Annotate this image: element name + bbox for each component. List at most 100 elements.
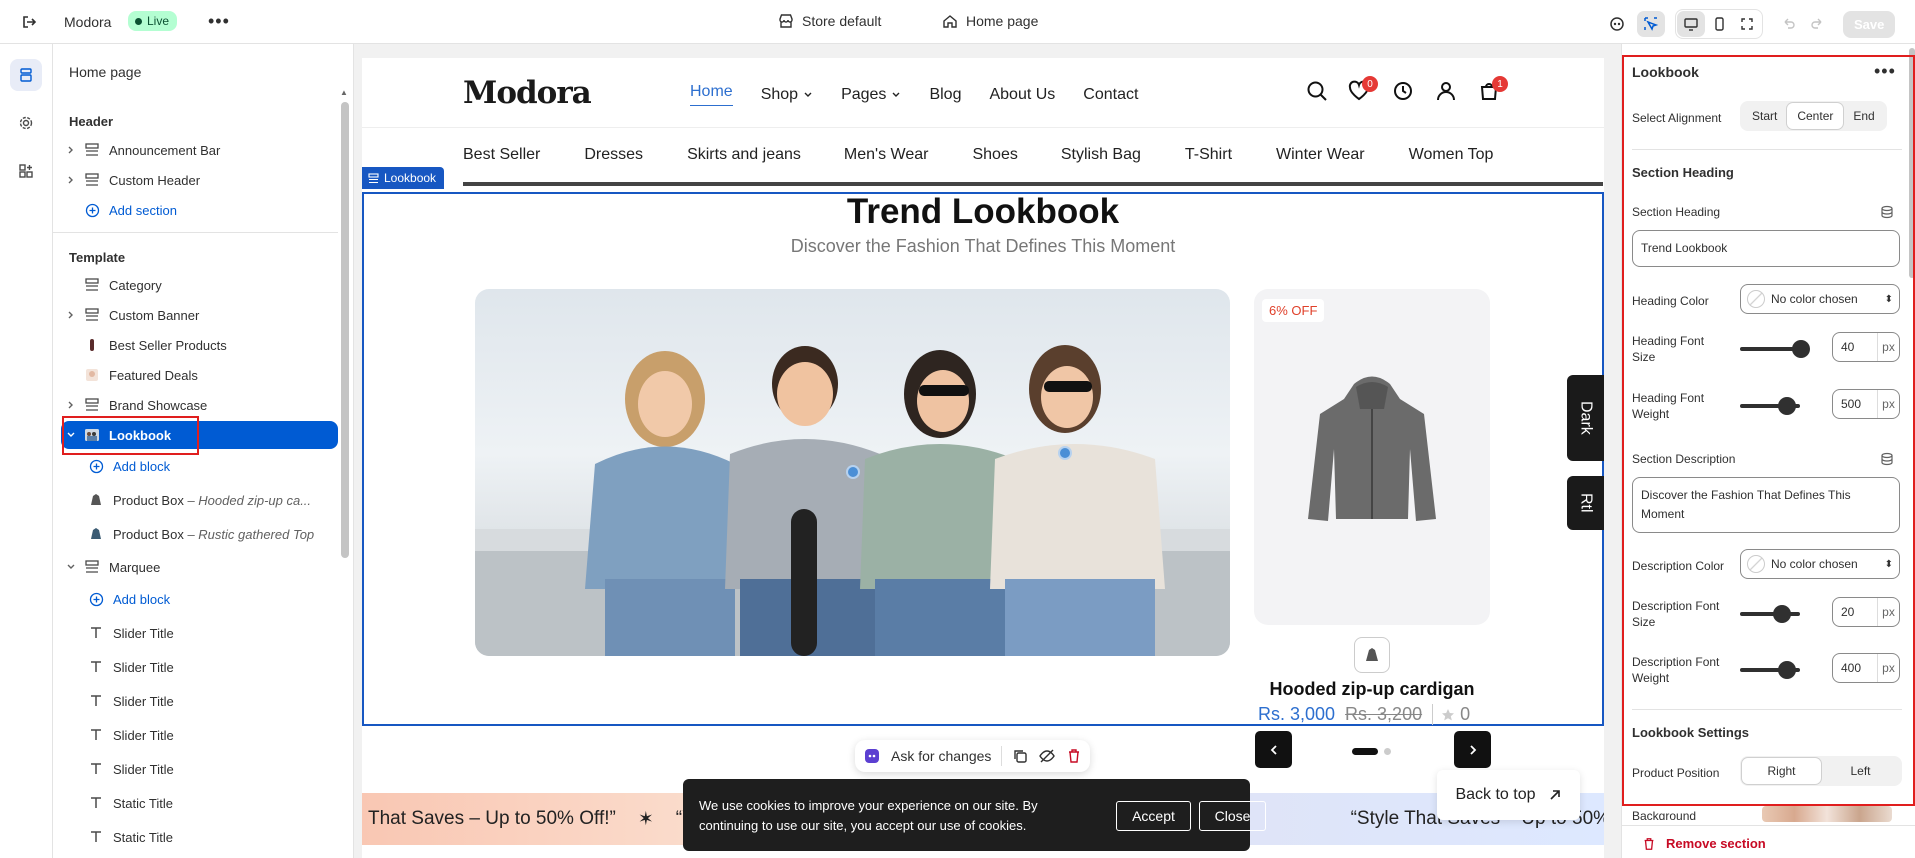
- text-icon: [85, 660, 107, 674]
- category-mens[interactable]: Men's Wear: [844, 146, 929, 164]
- redo-icon[interactable]: [1803, 11, 1831, 37]
- search-icon[interactable]: [1306, 80, 1328, 102]
- inspector-icon[interactable]: [1637, 11, 1665, 37]
- tree-block-product-box-1[interactable]: Product Box – Hooded zip-up ca...: [61, 486, 338, 514]
- nav-shop[interactable]: Shop: [761, 83, 813, 106]
- block-label: Slider Title: [113, 761, 174, 777]
- delete-icon[interactable]: [1066, 748, 1082, 764]
- more-actions-icon[interactable]: •••: [208, 12, 230, 30]
- add-section-label: Add section: [109, 202, 177, 218]
- section-toolbar: Ask for changes: [855, 740, 1091, 772]
- page-selector[interactable]: Home page: [942, 13, 1038, 29]
- nav-pages-label: Pages: [841, 85, 887, 103]
- sidekick-icon[interactable]: [1603, 11, 1631, 37]
- category-dresses[interactable]: Dresses: [584, 146, 643, 164]
- category-bags[interactable]: Stylish Bag: [1061, 146, 1141, 164]
- slider-next-button[interactable]: [1454, 731, 1491, 768]
- cart-icon[interactable]: 1: [1478, 76, 1508, 102]
- product-thumbnail[interactable]: [1354, 637, 1390, 673]
- slider-dot-active[interactable]: [1352, 748, 1378, 755]
- product-name[interactable]: Hooded zip-up cardigan: [1254, 679, 1490, 700]
- slider-prev-button[interactable]: [1255, 731, 1292, 768]
- tree-item-custom-banner[interactable]: Custom Banner: [61, 301, 338, 329]
- chevron-right-icon[interactable]: [61, 145, 81, 155]
- category-skirts[interactable]: Skirts and jeans: [687, 146, 801, 164]
- tree-item-brand-showcase[interactable]: Brand Showcase: [61, 391, 338, 419]
- back-to-top-button[interactable]: Back to top: [1437, 770, 1580, 820]
- dark-mode-toggle[interactable]: Dark: [1567, 375, 1604, 461]
- sidebar-scrollbar[interactable]: [341, 102, 349, 558]
- tree-block-slider-title[interactable]: Slider Title: [61, 721, 338, 749]
- category-shoes[interactable]: Shoes: [972, 146, 1017, 164]
- sidekick-icon[interactable]: [863, 747, 881, 765]
- chevron-right-icon[interactable]: [61, 310, 81, 320]
- sections-icon[interactable]: [10, 59, 42, 91]
- apps-icon[interactable]: [10, 155, 42, 187]
- block-label: Slider Title: [113, 625, 174, 641]
- desktop-icon[interactable]: [1677, 11, 1705, 37]
- tree-label: Category: [109, 277, 162, 293]
- add-block-marquee[interactable]: Add block: [61, 585, 338, 613]
- save-button[interactable]: Save: [1843, 10, 1896, 38]
- tree-item-category[interactable]: Category: [61, 271, 338, 299]
- nav-blog[interactable]: Blog: [929, 83, 961, 106]
- home-icon: [943, 15, 957, 28]
- nav-about[interactable]: About Us: [989, 83, 1055, 106]
- fullscreen-icon[interactable]: [1733, 11, 1761, 37]
- hotspot-1[interactable]: [846, 465, 860, 479]
- ask-for-changes-button[interactable]: Ask for changes: [891, 748, 991, 764]
- theme-settings-icon[interactable]: [10, 107, 42, 139]
- history-icon[interactable]: [1392, 80, 1414, 102]
- section-tag[interactable]: Lookbook: [362, 167, 445, 189]
- scroll-up-icon[interactable]: ▲: [340, 88, 348, 97]
- nav-contact[interactable]: Contact: [1083, 83, 1138, 106]
- product-card[interactable]: 6% OFF: [1254, 289, 1490, 625]
- add-section-header[interactable]: Add section: [61, 196, 338, 224]
- slider-dot[interactable]: [1384, 748, 1391, 755]
- cookie-close-button[interactable]: Close: [1199, 801, 1266, 831]
- tree-block-slider-title[interactable]: Slider Title: [61, 755, 338, 783]
- tree-item-featured-deals[interactable]: Featured Deals: [61, 361, 338, 389]
- cookie-accept-button[interactable]: Accept: [1116, 801, 1191, 831]
- chevron-right-icon[interactable]: [61, 175, 81, 185]
- tree-label: Marquee: [109, 559, 161, 575]
- account-icon[interactable]: [1435, 80, 1457, 102]
- store-logo[interactable]: Modora: [463, 75, 592, 111]
- tree-block-slider-title[interactable]: Slider Title: [61, 687, 338, 715]
- duplicate-icon[interactable]: [1012, 748, 1028, 764]
- theme-selector[interactable]: Store default: [778, 13, 881, 29]
- block-detail: – Rustic gathered Top: [187, 526, 315, 542]
- category-tshirt[interactable]: T-Shirt: [1185, 146, 1232, 164]
- chevron-down-icon[interactable]: [61, 562, 81, 572]
- price-current: Rs. 3,000: [1258, 704, 1336, 724]
- tree-block-slider-title[interactable]: Slider Title: [61, 619, 338, 647]
- rtl-toggle[interactable]: Rtl: [1567, 476, 1604, 530]
- tree-block-static-title[interactable]: Static Title: [61, 789, 338, 817]
- mobile-icon[interactable]: [1705, 11, 1733, 37]
- add-block-lookbook[interactable]: Add block: [61, 452, 338, 480]
- tree-block-product-box-2[interactable]: Product Box – Rustic gathered Top: [61, 520, 338, 548]
- hotspot-2[interactable]: [1058, 446, 1072, 460]
- chevron-right-icon[interactable]: [61, 400, 81, 410]
- background-image-preview[interactable]: [1762, 806, 1892, 822]
- tree-item-marquee[interactable]: Marquee: [61, 553, 338, 581]
- hide-icon[interactable]: [1038, 748, 1056, 764]
- category-winter[interactable]: Winter Wear: [1276, 146, 1365, 164]
- section-icon: [81, 398, 103, 412]
- tree-block-static-title[interactable]: Static Title: [61, 823, 338, 851]
- tree-item-announcement-bar[interactable]: Announcement Bar: [61, 136, 338, 164]
- top-right-tools: Save: [1603, 9, 1896, 39]
- category-best-seller[interactable]: Best Seller: [463, 146, 540, 164]
- nav-pages[interactable]: Pages: [841, 83, 901, 106]
- tree-block-slider-title[interactable]: Slider Title: [61, 653, 338, 681]
- tree-item-best-seller[interactable]: Best Seller Products: [61, 331, 338, 359]
- block-label: Static Title: [113, 829, 173, 845]
- tree-item-custom-header[interactable]: Custom Header: [61, 166, 338, 194]
- remove-section-button[interactable]: Remove section: [1642, 836, 1766, 851]
- block-label: Slider Title: [113, 727, 174, 743]
- wishlist-icon[interactable]: 0: [1348, 76, 1378, 102]
- nav-home[interactable]: Home: [690, 83, 733, 106]
- undo-icon[interactable]: [1775, 11, 1803, 37]
- exit-icon[interactable]: [20, 13, 38, 31]
- category-women-top[interactable]: Women Top: [1409, 146, 1494, 164]
